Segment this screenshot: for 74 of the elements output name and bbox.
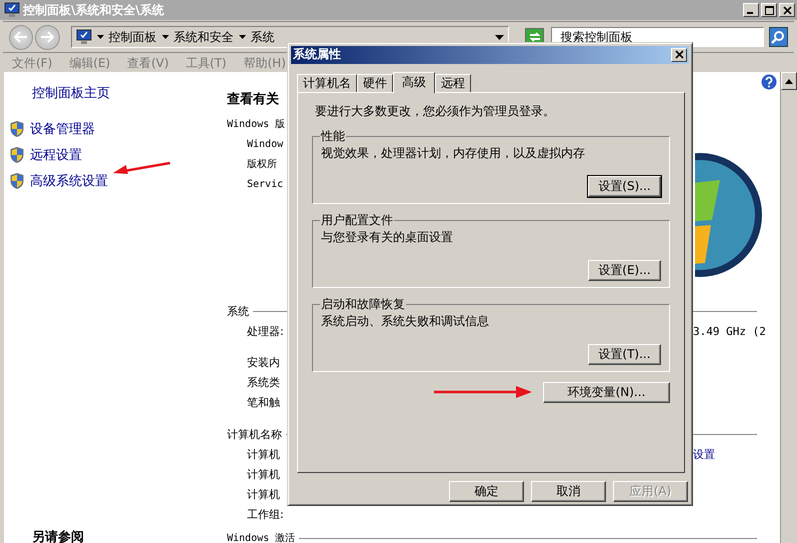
property-label: 笔和触 xyxy=(247,394,280,410)
settings-button[interactable]: 设置(S)... xyxy=(588,176,661,197)
close-button[interactable] xyxy=(671,48,687,62)
dialog-button[interactable]: 确定 xyxy=(449,481,524,502)
shield-icon xyxy=(10,121,24,137)
help-icon[interactable] xyxy=(761,74,777,90)
tab[interactable]: 远程 xyxy=(435,74,471,92)
dialog-button: 应用(A) xyxy=(613,481,688,502)
shield-icon xyxy=(10,147,24,163)
settings-button[interactable]: 设置(T)... xyxy=(588,344,661,365)
sidebar-link[interactable]: 控制面板主页 xyxy=(32,84,219,102)
close-icon xyxy=(782,6,792,14)
change-settings-link[interactable]: 设置 xyxy=(693,446,715,462)
minimize-button[interactable] xyxy=(743,3,759,17)
property-label: Servic xyxy=(247,178,284,190)
tab[interactable]: 高级 xyxy=(393,72,435,93)
up-arrow-icon xyxy=(785,78,793,84)
property-label: 工作组: xyxy=(247,506,284,522)
monitor-icon xyxy=(4,2,20,18)
close-button[interactable] xyxy=(779,3,795,17)
close-icon xyxy=(674,50,684,60)
page-heading: 查看有关 xyxy=(227,90,280,108)
property-label: 系统类 xyxy=(247,374,280,390)
property-label: 版权所 xyxy=(247,158,277,171)
refresh-icon xyxy=(528,31,542,43)
property-label: 计算机 xyxy=(247,446,280,462)
breadcrumb[interactable]: 系统 xyxy=(250,28,275,46)
breadcrumb[interactable]: 系统和安全 xyxy=(174,28,234,46)
section-title: 计算机名称 xyxy=(227,426,282,442)
maximize-button[interactable] xyxy=(761,3,777,17)
group-title: 用户配置文件 xyxy=(320,212,394,229)
section-heading: 另请参阅 xyxy=(32,529,85,543)
dialog-button[interactable]: 取消 xyxy=(531,481,606,502)
dropdown-caret-icon[interactable] xyxy=(494,34,504,40)
property-label: 处理器: xyxy=(247,324,284,338)
property-value: 3.49 GHz (2 xyxy=(693,324,766,338)
search-button[interactable] xyxy=(768,27,788,47)
shield-icon xyxy=(10,173,24,189)
back-button[interactable] xyxy=(9,24,34,50)
group-description: 视觉效果，处理器计划，内存使用，以及虚拟内存 xyxy=(321,144,586,162)
group-title: 启动和故障恢复 xyxy=(320,296,406,313)
forward-button[interactable] xyxy=(35,24,60,50)
property-label: 计算机 xyxy=(247,486,280,502)
forward-arrow-icon xyxy=(40,31,54,43)
window-title: 控制面板\系统和安全\系统 xyxy=(23,2,164,18)
tab[interactable]: 计算机名 xyxy=(297,74,357,92)
section-title: Windows 版 xyxy=(227,118,286,131)
section-title: Windows 激活 xyxy=(227,532,296,543)
sidebar-link[interactable]: 高级系统设置 xyxy=(30,172,108,190)
dialog-title: 系统属性 xyxy=(293,46,341,64)
settings-button[interactable]: 设置(E)... xyxy=(588,260,661,281)
caret-icon[interactable] xyxy=(96,35,104,39)
admin-note: 要进行大多数更改，您必须作为管理员登录。 xyxy=(315,102,556,120)
group-description: 与您登录有关的桌面设置 xyxy=(321,228,454,246)
property-label: Window xyxy=(247,138,284,150)
group-title: 性能 xyxy=(320,128,346,145)
monitor-icon xyxy=(76,29,92,45)
breadcrumb[interactable]: 控制面板 xyxy=(108,28,157,46)
scroll-up-button[interactable] xyxy=(781,72,797,90)
arrow xyxy=(112,160,172,176)
tab[interactable]: 硬件 xyxy=(357,74,393,92)
maximize-icon xyxy=(764,6,774,14)
scrollbar[interactable] xyxy=(780,72,797,543)
group-description: 系统启动、系统失败和调试信息 xyxy=(321,312,490,330)
environment-variables-button[interactable]: 环境变量(N)... xyxy=(543,382,670,403)
sidebar-link[interactable]: 远程设置 xyxy=(30,146,82,164)
caret-icon[interactable] xyxy=(238,35,246,39)
sidebar-link[interactable]: 设备管理器 xyxy=(30,120,95,138)
property-label: 计算机 xyxy=(247,466,280,482)
search-icon xyxy=(771,30,786,44)
section-title: 系统 xyxy=(227,304,249,318)
caret-icon[interactable] xyxy=(162,35,169,39)
property-label: 安装内 xyxy=(247,354,280,370)
back-arrow-icon xyxy=(14,31,28,43)
